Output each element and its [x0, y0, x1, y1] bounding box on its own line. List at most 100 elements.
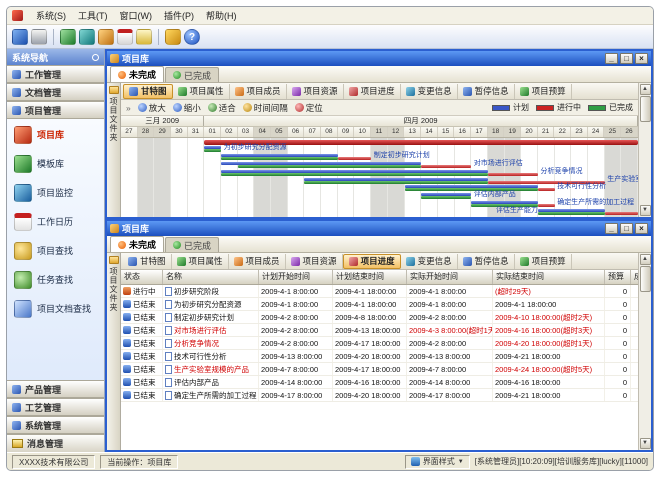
view-tab-项目属性[interactable]: 项目属性 [173, 84, 230, 99]
overdue-bar[interactable] [605, 212, 638, 215]
overdue-bar[interactable] [421, 165, 471, 168]
sidebar-group-工艺管理[interactable]: 工艺管理 [7, 398, 104, 416]
column-header-计划开始时间[interactable]: 计划开始时间 [259, 270, 333, 284]
sidebar-item-项目库[interactable]: 项目库 [14, 124, 104, 145]
view-tab-项目资源[interactable]: 项目资源 [286, 254, 343, 269]
scroll-down-icon[interactable] [640, 438, 651, 449]
sidebar-group-文档管理[interactable]: 文档管理 [7, 83, 104, 101]
table-row[interactable]: 已结束技术可行性分析2009-4-13 8:00:002009-4-20 18:… [121, 350, 638, 363]
actual-bar[interactable] [204, 149, 221, 152]
view-tab-甘特图[interactable]: 甘特图 [123, 254, 172, 269]
layout-icon[interactable] [79, 29, 95, 45]
sidebar-group-工作管理[interactable]: 工作管理 [7, 65, 104, 83]
overdue-bar[interactable] [538, 204, 555, 207]
actual-bar[interactable] [421, 196, 471, 199]
view-tab-项目成员[interactable]: 项目成员 [229, 254, 286, 269]
column-header-状态[interactable]: 状态 [121, 270, 163, 284]
menu-item-帮助(H)[interactable]: 帮助(H) [200, 8, 243, 23]
tool-适合[interactable]: 适合 [208, 102, 236, 114]
view-tab-项目预算[interactable]: 项目预算 [515, 254, 572, 269]
column-header-名称[interactable]: 名称 [163, 270, 259, 284]
view-tab-项目成员[interactable]: 项目成员 [230, 84, 287, 99]
actual-bar[interactable] [221, 157, 338, 160]
gantt-scrollbar[interactable] [638, 83, 651, 217]
actual-bar[interactable] [538, 212, 605, 215]
column-header-预算[interactable]: 预算 [605, 270, 631, 284]
menu-item-插件(P)[interactable]: 插件(P) [158, 8, 200, 23]
overdue-bar[interactable] [338, 157, 371, 160]
table-row[interactable]: 已结束对市场进行评估2009-4-2 8:00:002009-4-13 18:0… [121, 324, 638, 337]
actual-bar[interactable] [304, 181, 487, 184]
minimize-button[interactable] [605, 223, 618, 234]
table-row[interactable]: 已结束确定生产所需的加工过程2009-4-17 8:00:002009-4-20… [121, 389, 638, 402]
chevron-icon[interactable] [126, 103, 131, 113]
mail-icon[interactable] [136, 29, 152, 45]
sidebar-item-任务查找[interactable]: 任务查找 [14, 269, 104, 290]
column-header-实际开始时间[interactable]: 实际开始时间 [407, 270, 493, 284]
view-tab-变更信息[interactable]: 变更信息 [401, 84, 458, 99]
tool-时间间隔[interactable]: 时间间隔 [243, 102, 288, 114]
view-tab-甘特图[interactable]: 甘特图 [123, 84, 173, 99]
sidebar-item-工作日历[interactable]: 工作日历 [14, 211, 104, 232]
sidebar-item-项目查找[interactable]: 项目查找 [14, 240, 104, 261]
pin-icon[interactable] [92, 54, 99, 61]
help-icon[interactable] [184, 29, 200, 45]
table-row[interactable]: 已结束生产实验室规模的产品2009-4-7 8:00:002009-4-17 1… [121, 363, 638, 376]
view-tab-变更信息[interactable]: 变更信息 [401, 254, 458, 269]
print-icon[interactable] [31, 29, 47, 45]
tool-缩小[interactable]: 缩小 [173, 102, 201, 114]
overdue-bar[interactable] [488, 173, 538, 176]
sidebar-tab-messages[interactable]: 消息管理 [7, 434, 104, 452]
table-scrollbar[interactable] [638, 253, 651, 450]
menu-item-工具(T)[interactable]: 工具(T) [72, 8, 114, 23]
lock-icon[interactable] [165, 29, 181, 45]
table-row[interactable]: 进行中初步研究阶段2009-4-1 8:00:002009-4-1 18:00:… [121, 285, 638, 298]
view-tab-项目进度[interactable]: 项目进度 [343, 254, 401, 269]
table-row[interactable]: 已结束为初步研究分配资源2009-4-1 8:00:002009-4-1 18:… [121, 298, 638, 311]
sidebar-group-产品管理[interactable]: 产品管理 [7, 380, 104, 398]
tree-icon[interactable] [98, 29, 114, 45]
tab-已完成[interactable]: 已完成 [165, 67, 219, 82]
sidebar-item-项目文档查找[interactable]: 项目文档查找 [14, 298, 104, 319]
save-icon[interactable] [12, 29, 28, 45]
column-header-实际结束时间[interactable]: 实际结束时间 [493, 270, 605, 284]
view-tab-项目资源[interactable]: 项目资源 [287, 84, 344, 99]
calendar-icon[interactable] [117, 29, 133, 45]
scroll-down-icon[interactable] [640, 205, 651, 216]
view-tab-项目属性[interactable]: 项目属性 [172, 254, 229, 269]
table-window-titlebar[interactable]: 项目库 [107, 221, 651, 236]
actual-bar[interactable] [221, 173, 488, 176]
home-icon[interactable] [60, 29, 76, 45]
sidebar-group-系统管理[interactable]: 系统管理 [7, 416, 104, 434]
tab-未完成[interactable]: 未完成 [110, 236, 164, 252]
table-row[interactable]: 已结束制定初步研究计划2009-4-2 8:00:002009-4-8 18:0… [121, 311, 638, 324]
scroll-up-icon[interactable] [640, 254, 651, 265]
minimize-button[interactable] [605, 53, 618, 64]
table-row[interactable]: 已结束分析竞争情况2009-4-2 8:00:002009-4-17 18:00… [121, 337, 638, 350]
tab-已完成[interactable]: 已完成 [165, 237, 219, 252]
view-tab-项目进度[interactable]: 项目进度 [344, 84, 401, 99]
menu-item-窗口(W)[interactable]: 窗口(W) [114, 8, 159, 23]
ui-style-selector[interactable]: 界面样式 [405, 455, 470, 469]
tool-定位[interactable]: 定位 [295, 102, 323, 114]
maximize-button[interactable] [620, 223, 633, 234]
folder-tab[interactable]: 项目文件夹 [107, 83, 121, 217]
actual-bar[interactable] [238, 165, 421, 168]
sidebar-item-模板库[interactable]: 模板库 [14, 153, 104, 174]
menu-item-系统(S)[interactable]: 系统(S) [30, 8, 72, 23]
folder-tab[interactable]: 项目文件夹 [107, 253, 121, 450]
view-tab-项目预算[interactable]: 项目预算 [515, 84, 572, 99]
scroll-thumb[interactable] [640, 266, 651, 292]
actual-bar[interactable] [405, 188, 538, 191]
sidebar-item-项目监控[interactable]: 项目监控 [14, 182, 104, 203]
column-header-计划结束时间[interactable]: 计划结束时间 [333, 270, 407, 284]
view-tab-暂停信息[interactable]: 暂停信息 [458, 84, 515, 99]
sidebar-group-project[interactable]: 项目管理 [7, 101, 104, 119]
overdue-bar[interactable] [538, 188, 555, 191]
close-button[interactable] [635, 53, 648, 64]
gantt-window-titlebar[interactable]: 项目库 [107, 51, 651, 66]
tab-未完成[interactable]: 未完成 [110, 66, 164, 82]
tool-放大[interactable]: 放大 [138, 102, 166, 114]
table-row[interactable]: 已结束评估内部产品2009-4-14 8:00:002009-4-16 18:0… [121, 376, 638, 389]
view-tab-暂停信息[interactable]: 暂停信息 [458, 254, 515, 269]
